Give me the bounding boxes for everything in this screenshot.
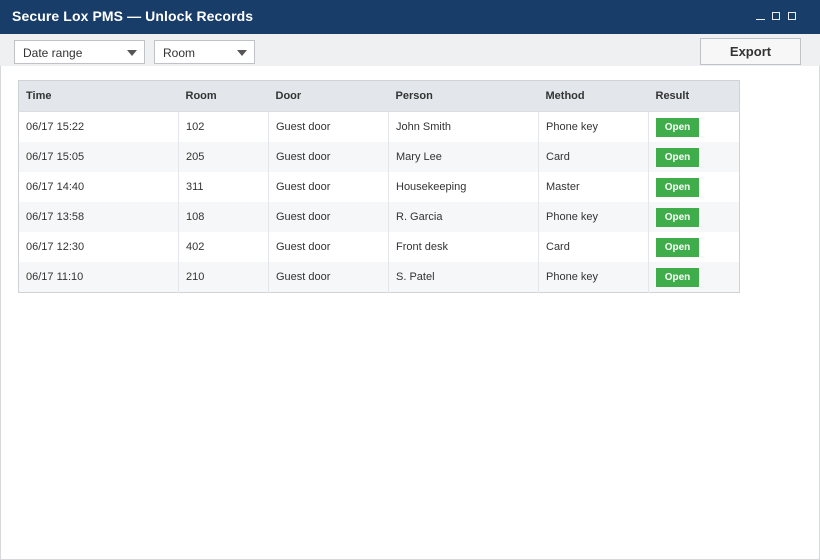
column-header-door[interactable]: Door — [268, 80, 389, 112]
cell-person: Mary Lee — [388, 142, 539, 172]
cell-door: Guest door — [268, 202, 389, 232]
cell-door: Guest door — [268, 172, 389, 202]
cell-method: Phone key — [538, 111, 649, 142]
table-row[interactable]: 06/17 11:10 210 Guest door S. Patel Phon… — [18, 262, 740, 293]
cell-room: 210 — [178, 262, 269, 293]
cell-method: Phone key — [538, 262, 649, 293]
close-icon[interactable] — [788, 12, 796, 20]
maximize-icon[interactable] — [772, 12, 780, 20]
title-bar: Secure Lox PMS — Unlock Records — [0, 0, 820, 34]
cell-person: R. Garcia — [388, 202, 539, 232]
table-row[interactable]: 06/17 12:30 402 Guest door Front desk Ca… — [18, 232, 740, 262]
status-badge: Open — [656, 237, 699, 257]
cell-method: Card — [538, 232, 649, 262]
table-row[interactable]: 06/17 15:22 102 Guest door John Smith Ph… — [18, 111, 740, 143]
cell-room: 402 — [178, 232, 269, 262]
table-row[interactable]: 06/17 15:05 205 Guest door Mary Lee Card… — [18, 142, 740, 172]
cell-result: Open — [648, 142, 740, 172]
cell-person: Housekeeping — [388, 172, 539, 202]
cell-result: Open — [649, 232, 740, 262]
cell-door: Guest door — [268, 142, 389, 172]
cell-room: 102 — [178, 111, 269, 142]
cell-time: 06/17 15:05 — [18, 142, 179, 172]
column-header-room[interactable]: Room — [178, 80, 269, 112]
column-header-time[interactable]: Time — [18, 80, 179, 112]
column-header-result[interactable]: Result — [648, 80, 740, 112]
cell-door: Guest door — [268, 262, 389, 293]
date-range-label: Date range — [23, 46, 83, 60]
toolbar: Date range Room Export — [0, 34, 820, 66]
cell-room: 108 — [178, 202, 269, 232]
window-title: Secure Lox PMS — Unlock Records — [12, 8, 254, 24]
room-filter-label: Room — [163, 46, 196, 60]
status-badge: Open — [656, 147, 699, 167]
cell-person: S. Patel — [388, 262, 539, 293]
column-header-person[interactable]: Person — [388, 80, 539, 112]
status-badge: Open — [656, 207, 699, 227]
cell-method: Phone key — [538, 202, 649, 232]
cell-method: Master — [538, 172, 649, 202]
cell-room: 205 — [178, 142, 269, 172]
cell-result: Open — [649, 172, 740, 202]
chevron-down-icon — [237, 50, 247, 56]
cell-time: 06/17 13:58 — [18, 202, 179, 232]
status-badge: Open — [656, 267, 699, 287]
cell-person: John Smith — [388, 111, 539, 142]
table-row[interactable]: 06/17 14:40 311 Guest door Housekeeping … — [18, 172, 740, 202]
table-row[interactable]: 06/17 13:58 108 Guest door R. Garcia Pho… — [18, 202, 740, 232]
chevron-down-icon — [127, 50, 137, 56]
cell-door: Guest door — [268, 232, 389, 262]
status-badge: Open — [656, 177, 699, 197]
unlock-records-table: Time Room Door Person Method Result 06/1… — [18, 80, 740, 293]
cell-result: Open — [649, 112, 740, 143]
column-header-method[interactable]: Method — [538, 80, 649, 112]
date-range-dropdown[interactable]: Date range — [14, 40, 145, 64]
export-button[interactable]: Export — [700, 38, 801, 65]
minimize-icon[interactable] — [754, 10, 766, 24]
room-dropdown[interactable]: Room — [154, 40, 255, 64]
cell-person: Front desk — [388, 232, 539, 262]
table-header-row: Time Room Door Person Method Result — [18, 80, 740, 112]
cell-result: Open — [648, 262, 740, 293]
cell-time: 06/17 11:10 — [18, 262, 179, 293]
cell-result: Open — [648, 202, 740, 232]
cell-door: Guest door — [268, 111, 389, 142]
status-badge: Open — [656, 117, 699, 137]
cell-method: Card — [538, 142, 649, 172]
cell-time: 06/17 15:22 — [18, 111, 179, 142]
cell-room: 311 — [178, 172, 269, 202]
cell-time: 06/17 14:40 — [18, 172, 179, 202]
cell-time: 06/17 12:30 — [18, 232, 179, 262]
